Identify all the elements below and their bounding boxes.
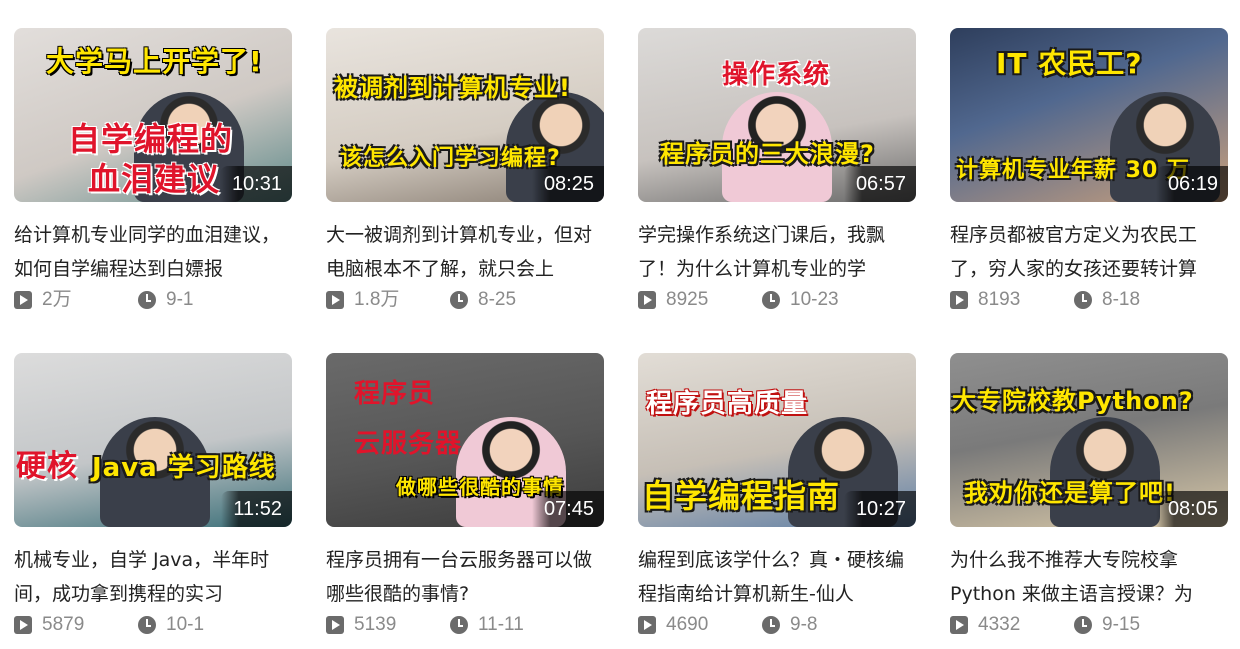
play-count-icon	[638, 616, 656, 634]
video-thumbnail[interactable]: 操作系统 程序员的三大浪漫? 06:57	[638, 28, 916, 202]
thumbnail-caption: IT 农民工?	[996, 47, 1143, 80]
play-count-icon	[14, 616, 32, 634]
clock-icon	[138, 291, 156, 309]
video-meta: 2万 9-1	[14, 286, 292, 316]
duration-badge: 10:31	[219, 166, 292, 202]
video-title[interactable]: 程序员拥有一台云服务器可以做哪些很酷的事情?	[326, 543, 604, 611]
upload-date: 9-8	[790, 614, 818, 635]
upload-date: 9-1	[166, 289, 194, 310]
upload-date: 10-1	[166, 614, 205, 635]
view-count: 4332	[978, 614, 1021, 635]
thumbnail-caption: 血泪建议	[88, 160, 221, 198]
thumbnail-caption: 大学马上开学了!	[46, 45, 263, 78]
upload-date: 8-25	[478, 289, 517, 310]
view-count: 4690	[666, 614, 709, 635]
thumbnail-caption: 计算机专业年薪 30 万	[956, 158, 1190, 183]
video-thumbnail[interactable]: 大学马上开学了! 自学编程的 血泪建议 10:31	[14, 28, 292, 202]
video-thumbnail[interactable]: 程序员 云服务器 做哪些很酷的事情 07:45	[326, 353, 604, 527]
video-title[interactable]: 编程到底该学什么？真・硬核编程指南给计算机新生-仙人	[638, 543, 916, 611]
clock-icon	[762, 616, 780, 634]
duration-badge: 07:45	[531, 491, 604, 527]
duration-badge: 11:52	[221, 491, 292, 527]
duration-badge: 06:19	[1155, 166, 1228, 202]
play-count-icon	[326, 616, 344, 634]
duration-badge: 10:27	[843, 491, 916, 527]
play-count-icon	[638, 291, 656, 309]
video-thumbnail[interactable]: 大专院校教Python? 我劝你还是算了吧! 08:05	[950, 353, 1228, 527]
video-title[interactable]: 学完操作系统这门课后，我飘了！为什么计算机专业的学	[638, 218, 916, 286]
play-count-icon	[14, 291, 32, 309]
video-title[interactable]: 大一被调剂到计算机专业，但对电脑根本不了解，就只会上	[326, 218, 604, 286]
video-title[interactable]: 机械专业，自学 Java，半年时间，成功拿到携程的实习	[14, 543, 292, 611]
clock-icon	[450, 291, 468, 309]
video-meta: 8193 8-18	[950, 286, 1228, 316]
video-meta: 5139 11-11	[326, 611, 604, 641]
clock-icon	[450, 616, 468, 634]
thumbnail-caption: 大专院校教Python?	[952, 387, 1194, 415]
thumbnail-caption: 云服务器	[354, 429, 463, 459]
duration-badge: 08:25	[531, 166, 604, 202]
clock-icon	[1074, 616, 1092, 634]
video-thumbnail[interactable]: 硬核 Java 学习路线 11:52	[14, 353, 292, 527]
video-meta: 4332 9-15	[950, 611, 1228, 641]
clock-icon	[1074, 291, 1092, 309]
thumbnail-caption: 硬核	[16, 449, 78, 484]
video-thumbnail[interactable]: 程序员高质量 自学编程指南 10:27	[638, 353, 916, 527]
duration-badge: 08:05	[1155, 491, 1228, 527]
video-meta: 8925 10-23	[638, 286, 916, 316]
view-count: 5879	[42, 614, 85, 635]
video-thumbnail[interactable]: IT 农民工? 计算机专业年薪 30 万 06:19	[950, 28, 1228, 202]
play-count-icon	[950, 616, 968, 634]
video-meta: 1.8万 8-25	[326, 286, 604, 316]
thumbnail-caption: 自学编程指南	[642, 477, 841, 515]
clock-icon	[762, 291, 780, 309]
thumbnail-caption: 我劝你还是算了吧!	[964, 479, 1176, 507]
thumbnail-caption: 程序员高质量	[646, 389, 809, 419]
upload-date: 11-11	[478, 614, 524, 635]
view-count: 8193	[978, 289, 1021, 310]
view-count: 1.8万	[354, 289, 400, 310]
play-count-icon	[326, 291, 344, 309]
video-title[interactable]: 给计算机专业同学的血泪建议，如何自学编程达到白嫖报	[14, 218, 292, 286]
presenter-image	[1050, 417, 1160, 527]
video-meta: 4690 9-8	[638, 611, 916, 641]
thumbnail-caption: 操作系统	[722, 60, 831, 90]
view-count: 8925	[666, 289, 709, 310]
upload-date: 9-15	[1102, 614, 1141, 635]
thumbnail-caption: 程序员	[354, 379, 436, 409]
upload-date: 10-23	[790, 289, 839, 310]
thumbnail-caption: 程序员的三大浪漫?	[660, 140, 875, 168]
play-count-icon	[950, 291, 968, 309]
thumbnail-caption: Java 学习路线	[92, 453, 276, 483]
thumbnail-caption: 该怎么入门学习编程?	[340, 146, 561, 171]
video-thumbnail[interactable]: 被调剂到计算机专业! 该怎么入门学习编程? 08:25	[326, 28, 604, 202]
clock-icon	[138, 616, 156, 634]
thumbnail-caption: 被调剂到计算机专业!	[334, 74, 571, 102]
upload-date: 8-18	[1102, 289, 1141, 310]
duration-badge: 06:57	[843, 166, 916, 202]
video-title[interactable]: 程序员都被官方定义为农民工了，穷人家的女孩还要转计算	[950, 218, 1228, 286]
view-count: 5139	[354, 614, 397, 635]
video-meta: 5879 10-1	[14, 611, 292, 641]
view-count: 2万	[42, 289, 72, 310]
video-title[interactable]: 为什么我不推荐大专院校拿 Python 来做主语言授课？为	[950, 543, 1228, 611]
